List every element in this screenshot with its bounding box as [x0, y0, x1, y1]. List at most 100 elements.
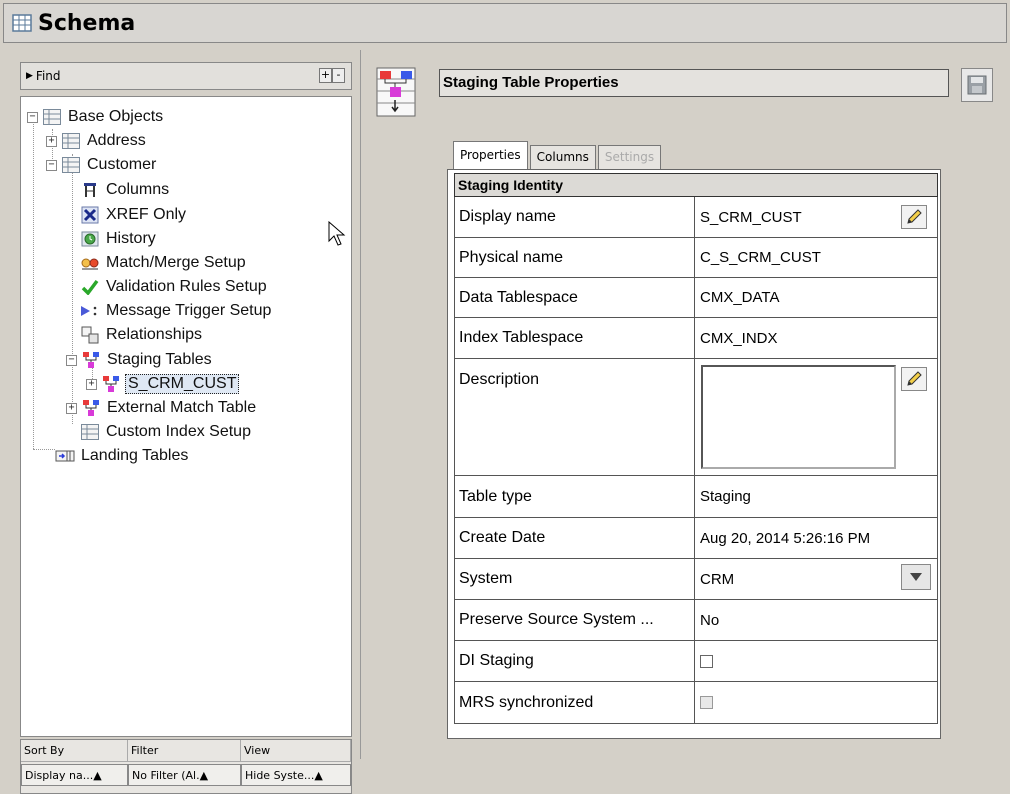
data-tablespace-label: Data Tablespace	[455, 278, 695, 317]
tree-node-label: Address	[87, 132, 146, 149]
collapse-all-button[interactable]: -	[332, 68, 345, 83]
row-di-staging: DI Staging	[454, 641, 938, 682]
data-tablespace-value: CMX_DATA	[700, 289, 780, 306]
row-table-type: Table type Staging	[454, 476, 938, 518]
window-title: Schema	[38, 10, 136, 36]
expand-toggle-icon[interactable]: +	[66, 402, 77, 414]
tree-node-label: Message Trigger Setup	[106, 302, 272, 319]
expand-toggle-icon[interactable]: +	[86, 378, 97, 390]
navigator-panel: ▶ Find + - − Base Objects + Address − Cu…	[17, 57, 354, 794]
preserve-source-label: Preserve Source System ...	[455, 600, 695, 640]
staging-table-icon	[81, 351, 101, 369]
system-value: CRM	[700, 570, 735, 588]
view-select[interactable]: Hide Syste...▲	[241, 764, 351, 786]
properties-panel: Staging Table Properties Properties Colu…	[360, 50, 1010, 759]
system-select[interactable]: CRM	[695, 559, 937, 599]
description-field	[695, 359, 937, 475]
mrs-synchronized-checkbox	[700, 696, 713, 709]
tree-node-relationships[interactable]: Relationships	[80, 324, 204, 346]
mrs-synchronized-label: MRS synchronized	[455, 682, 695, 723]
row-physical-name: Physical name C_S_CRM_CUST	[454, 238, 938, 278]
tree-node-customer[interactable]: − Customer	[46, 154, 158, 176]
edit-description-button[interactable]	[901, 367, 927, 391]
tab-strip: Properties Columns Settings	[453, 141, 663, 169]
row-mrs-synchronized: MRS synchronized	[454, 682, 938, 724]
tab-properties[interactable]: Properties	[453, 141, 528, 169]
physical-name-label: Physical name	[455, 238, 695, 277]
collapse-toggle-icon[interactable]: −	[27, 111, 38, 123]
row-display-name: Display name S_CRM_CUST	[454, 197, 938, 238]
display-name-field[interactable]: S_CRM_CUST	[695, 197, 937, 237]
save-button[interactable]	[961, 68, 993, 102]
di-staging-label: DI Staging	[455, 641, 695, 681]
expand-all-button[interactable]: +	[319, 68, 332, 83]
row-description: Description	[454, 359, 938, 476]
find-label: Find	[35, 69, 61, 83]
staging-table-large-icon	[376, 67, 416, 117]
window-titlebar: Schema	[3, 3, 1007, 43]
description-label: Description	[455, 359, 695, 475]
collapse-toggle-icon[interactable]: −	[46, 159, 57, 171]
pencil-icon	[907, 209, 922, 224]
properties-table: Staging Identity Display name S_CRM_CUST…	[447, 169, 941, 739]
row-system: System CRM	[454, 559, 938, 600]
create-date-label: Create Date	[455, 518, 695, 558]
index-tablespace-label: Index Tablespace	[455, 318, 695, 358]
edit-display-name-button[interactable]	[901, 205, 927, 229]
staging-table-icon	[81, 399, 101, 417]
tree-node-custom-index[interactable]: Custom Index Setup	[80, 421, 253, 443]
tab-columns[interactable]: Columns	[529, 145, 596, 169]
tree-node-match-merge[interactable]: Match/Merge Setup	[80, 252, 248, 274]
schema-tree: − Base Objects + Address − Customer Colu…	[20, 96, 352, 737]
expand-arrow-icon[interactable]: ▶	[26, 71, 33, 81]
tree-node-label: S_CRM_CUST	[125, 374, 240, 394]
tree-node-staging-tables[interactable]: − Staging Tables	[66, 349, 214, 371]
tree-node-base-objects[interactable]: − Base Objects	[27, 106, 165, 128]
landing-table-icon	[55, 447, 75, 465]
preserve-source-value: No	[700, 611, 720, 629]
system-dropdown-button[interactable]	[901, 564, 931, 590]
expand-toggle-icon[interactable]: +	[46, 135, 57, 147]
relationships-icon	[80, 326, 100, 344]
sort-by-select[interactable]: Display na...▲	[21, 764, 128, 786]
schema-window: Schema ▶ Find + - − Base Objects + Addre…	[0, 0, 1010, 794]
tree-node-label: External Match Table	[107, 399, 257, 416]
tree-node-s-crm-cust[interactable]: + S_CRM_CUST	[86, 373, 240, 395]
row-data-tablespace: Data Tablespace CMX_DATA	[454, 278, 938, 318]
row-create-date: Create Date Aug 20, 2014 5:26:16 PM	[454, 518, 938, 559]
description-textarea[interactable]	[701, 365, 896, 469]
tree-node-address[interactable]: + Address	[46, 130, 148, 152]
table-type-label: Table type	[455, 476, 695, 517]
columns-icon	[80, 181, 100, 199]
table-type-value: Staging	[700, 488, 751, 505]
tree-node-landing-tables[interactable]: Landing Tables	[55, 445, 190, 467]
tab-settings: Settings	[597, 145, 662, 169]
find-bar[interactable]: ▶ Find + -	[20, 62, 352, 90]
group-header: Staging Identity	[454, 173, 938, 197]
panel-title: Staging Table Properties	[439, 69, 949, 97]
tree-node-label: History	[106, 230, 156, 247]
tree-node-label: Match/Merge Setup	[106, 254, 246, 271]
history-icon	[80, 230, 100, 248]
filter-select[interactable]: No Filter (Al.▲	[128, 764, 241, 786]
tree-node-external-match[interactable]: + External Match Table	[66, 397, 258, 419]
table-icon	[80, 423, 100, 441]
tree-node-label: Staging Tables	[107, 351, 212, 368]
display-name-value: S_CRM_CUST	[700, 208, 802, 226]
tree-node-xref-only[interactable]: XREF Only	[80, 204, 188, 226]
staging-table-icon	[101, 375, 121, 393]
tree-node-validation-rules[interactable]: Validation Rules Setup	[80, 276, 269, 298]
tree-node-message-trigger[interactable]: Message Trigger Setup	[80, 300, 273, 322]
collapse-toggle-icon[interactable]: −	[66, 354, 77, 366]
message-trigger-icon	[80, 302, 100, 320]
di-staging-checkbox[interactable]	[700, 654, 713, 668]
tree-node-label: Columns	[106, 181, 170, 198]
row-index-tablespace: Index Tablespace CMX_INDX	[454, 318, 938, 359]
tree-node-history[interactable]: History	[80, 228, 158, 250]
tree-node-label: Validation Rules Setup	[106, 278, 267, 295]
tree-node-columns[interactable]: Columns	[80, 179, 171, 201]
tree-node-label: XREF Only	[106, 206, 187, 223]
row-preserve-source: Preserve Source System ... No	[454, 600, 938, 641]
save-icon	[967, 75, 987, 95]
system-label: System	[455, 559, 695, 599]
